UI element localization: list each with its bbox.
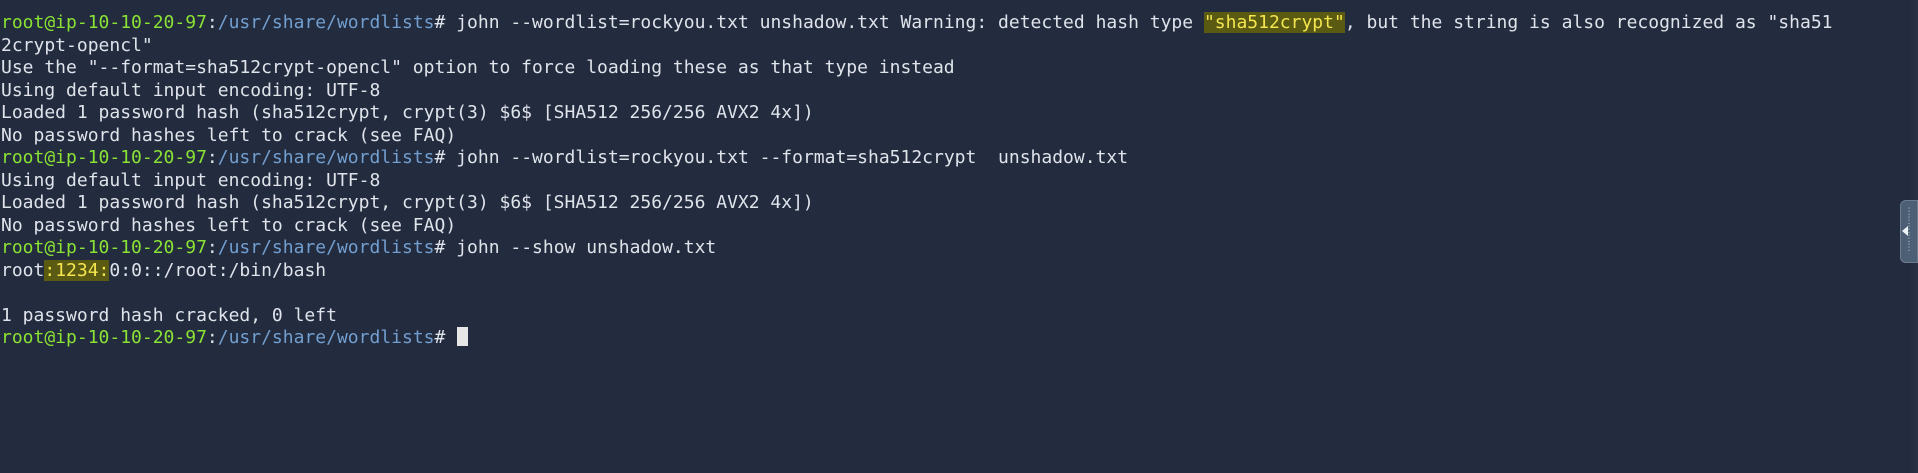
prompt-symbol: # <box>434 12 457 33</box>
output-text: Using default input encoding: UTF-8 <box>1 169 381 191</box>
terminal-line: Using default input encoding: UTF-8 <box>1 80 1918 103</box>
prompt-path: /usr/share/wordlists <box>217 147 435 168</box>
command-text: john --wordlist=rockyou.txt unshadow.txt… <box>456 12 1204 33</box>
terminal-line: root@ip-10-10-20-97:/usr/share/wordlists… <box>1 147 1918 170</box>
terminal-window[interactable]: root@ip-10-10-20-97:/usr/share/wordlists… <box>0 0 1918 473</box>
scrollbar-handle[interactable]: ⋮ ⋮ ⋮ ⋮ ⋮ <box>1900 200 1918 263</box>
search-highlight: "sha512crypt" <box>1203 12 1345 33</box>
prompt-path: /usr/share/wordlists <box>217 12 435 33</box>
terminal-line: Use the "--format=sha512crypt-opencl" op… <box>1 57 1918 80</box>
terminal-line: root@ip-10-10-20-97:/usr/share/wordlists… <box>1 12 1918 35</box>
output-text: Using default input encoding: UTF-8 <box>1 79 381 101</box>
terminal-line: 1 password hash cracked, 0 left <box>1 305 1918 328</box>
command-text: john --wordlist=rockyou.txt --format=sha… <box>456 147 1129 168</box>
prompt-separator: : <box>206 327 218 348</box>
terminal-line: root:1234:0:0::/root:/bin/bash <box>1 259 1918 283</box>
prompt-path: /usr/share/wordlists <box>217 327 435 348</box>
prompt-symbol: # <box>434 237 457 258</box>
password-highlight: :1234: <box>44 259 110 281</box>
terminal-line: Loaded 1 password hash (sha512crypt, cry… <box>1 102 1918 125</box>
output-text: 1 password hash cracked, 0 left <box>1 304 337 326</box>
prompt-separator: : <box>206 147 218 168</box>
grip-dots-icon: ⋮ ⋮ ⋮ ⋮ ⋮ <box>1904 207 1914 253</box>
output-text: , but the string is also recognized as "… <box>1344 12 1833 33</box>
terminal-line: No password hashes left to crack (see FA… <box>1 125 1918 148</box>
prompt-user: root@ip-10-10-20-97 <box>1 327 207 348</box>
output-text: Loaded 1 password hash (sha512crypt, cry… <box>1 192 814 213</box>
terminal-line: No password hashes left to crack (see FA… <box>1 215 1918 238</box>
output-text: Use the "--format=sha512crypt-opencl" op… <box>1 57 955 78</box>
text-cursor[interactable] <box>457 327 469 346</box>
terminal-line: Loaded 1 password hash (sha512crypt, cry… <box>1 192 1918 215</box>
output-text: root <box>1 259 45 281</box>
prompt-user: root@ip-10-10-20-97 <box>1 12 207 33</box>
output-text: 0:0::/root:/bin/bash <box>109 259 327 281</box>
prompt-user: root@ip-10-10-20-97 <box>1 237 207 258</box>
terminal-line[interactable]: root@ip-10-10-20-97:/usr/share/wordlists… <box>1 327 1918 350</box>
prompt-symbol: # <box>434 147 457 168</box>
terminal-line: 2crypt-opencl" <box>1 35 1918 58</box>
prompt-separator: : <box>206 12 218 33</box>
prompt-path: /usr/share/wordlists <box>217 237 435 258</box>
terminal-line: root@ip-10-10-20-97:/usr/share/wordlists… <box>1 237 1918 260</box>
output-text: 2crypt-opencl" <box>1 34 153 56</box>
terminal-line: Using default input encoding: UTF-8 <box>1 170 1918 193</box>
output-text: No password hashes left to crack (see FA… <box>1 124 457 146</box>
command-text: john --show unshadow.txt <box>456 237 717 258</box>
prompt-symbol: # <box>434 327 457 348</box>
output-text: Loaded 1 password hash (sha512crypt, cry… <box>1 102 814 123</box>
prompt-user: root@ip-10-10-20-97 <box>1 147 207 168</box>
output-text: No password hashes left to crack (see FA… <box>1 214 457 236</box>
prompt-separator: : <box>206 237 218 258</box>
